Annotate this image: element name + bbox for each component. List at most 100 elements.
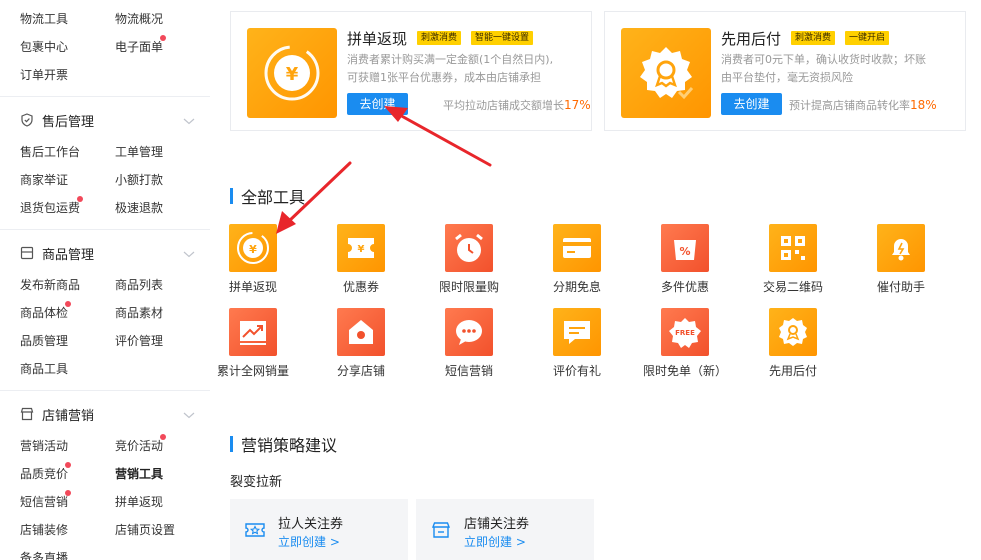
section-title: 售后管理 (42, 114, 95, 130)
sidebar-item-merchant-evidence[interactable]: 商家举证 (20, 171, 68, 188)
sidebar-item-goods-tools[interactable]: 商品工具 (20, 360, 68, 377)
create-now-link[interactable]: 立即创建 > (464, 533, 526, 550)
tool-label: 分享店铺 (336, 364, 385, 378)
sidebar-item-fast-refund[interactable]: 极速退款 (115, 199, 163, 216)
sidebar-item-return-shipping[interactable]: 退货包运费 (20, 199, 80, 216)
suggestion-card-store-follow-coupon[interactable]: 店铺关注券 立即创建 > (416, 499, 594, 560)
trend-chart-icon (229, 308, 277, 356)
sidebar-item-group-cashback[interactable]: 拼单返现 (115, 493, 163, 510)
tag-badge: 刺激消费 (791, 31, 836, 45)
sidebar-item-marketing-events[interactable]: 营销活动 (20, 437, 68, 454)
section-accent-bar (230, 188, 233, 204)
featured-card-pay-later: 先用后付 刺激消费 一键开启 消费者可0元下单，确认收货时收款；坏账 由平台垫付… (604, 11, 966, 131)
tool-trade-qrcode[interactable]: 交易二维码 (750, 224, 830, 304)
yen-coin-icon: ¥ (247, 28, 337, 118)
tool-group-cashback[interactable]: ¥ 拼单返现 (210, 224, 290, 304)
card-stat: 预计提高店铺商品转化率18% (789, 97, 937, 113)
card-description: 消费者可0元下单，确认收货时收款；坏账 由平台垫付，毫无资损风险 (721, 51, 926, 87)
create-now-link[interactable]: 立即创建 > (278, 533, 340, 550)
tool-free-order[interactable]: FREE 限时免单（新） (642, 308, 727, 388)
store-icon (20, 407, 34, 421)
svg-text:¥: ¥ (249, 243, 257, 256)
desc-line: 消费者累计购买满一定金额(1个自然日内), (347, 53, 554, 66)
section-title: 全部工具 (241, 188, 306, 207)
sidebar-item-after-sales-desk[interactable]: 售后工作台 (20, 143, 80, 160)
sidebar-item-package-center[interactable]: 包裹中心 (20, 38, 68, 55)
sidebar-item-quality-bidding[interactable]: 品质竞价 (20, 465, 68, 482)
sidebar-section-after-sales[interactable]: 售后管理 (20, 110, 94, 130)
section-title: 商品管理 (42, 247, 95, 263)
tool-multi-discount[interactable]: % 多件优惠 (642, 224, 722, 304)
alarm-clock-icon (445, 224, 493, 272)
stat-text: 预计提高店铺商品转化率 (789, 99, 910, 112)
desc-line: 消费者可0元下单，确认收货时收款；坏账 (721, 53, 926, 66)
tool-pay-later[interactable]: 先用后付 (750, 308, 830, 388)
sidebar-item-e-waybill[interactable]: 电子面单 (115, 38, 163, 55)
card-title: 店铺关注券 (464, 517, 530, 532)
tag-badge: 一键开启 (845, 31, 890, 45)
sidebar-item-store-decoration[interactable]: 店铺装修 (20, 521, 68, 538)
sidebar-item-quality-mgmt[interactable]: 品质管理 (20, 332, 68, 349)
tool-total-sales[interactable]: 累计全网销量 (210, 308, 290, 388)
section-title: 店铺营销 (42, 408, 95, 424)
create-button-group-cashback[interactable]: 去创建 (347, 93, 408, 115)
store-ticket-icon (431, 522, 451, 538)
new-dot-indicator (65, 462, 71, 468)
sidebar-item-invoice[interactable]: 订单开票 (20, 66, 68, 83)
sidebar-item-small-payment[interactable]: 小额打款 (115, 171, 163, 188)
tool-sms-marketing[interactable]: 短信营销 (426, 308, 506, 388)
sidebar-item-logistics-overview[interactable]: 物流概况 (115, 10, 163, 27)
sidebar-item-bidding-events[interactable]: 竞价活动 (115, 437, 163, 454)
sidebar-section-store-marketing[interactable]: 店铺营销 (20, 404, 94, 424)
share-store-icon (337, 308, 385, 356)
bell-icon (877, 224, 925, 272)
tool-installment[interactable]: 分期免息 (534, 224, 614, 304)
shield-icon (21, 113, 33, 127)
new-dot-indicator (65, 301, 71, 307)
create-button-pay-later[interactable]: 去创建 (721, 93, 782, 115)
credit-card-icon (553, 224, 601, 272)
section-all-tools: 全部工具 (230, 187, 306, 207)
tool-coupon[interactable]: ¥ 优惠券 (318, 224, 398, 304)
featured-card-group-cashback: ¥ 拼单返现 刺激消费 智能一键设置 消费者累计购买满一定金额(1个自然日内),… (230, 11, 592, 131)
tool-label: 限时免单（新） (642, 364, 727, 378)
tool-review-gift[interactable]: 评价有礼 (534, 308, 614, 388)
sidebar-item-ticket-mgmt[interactable]: 工单管理 (115, 143, 163, 160)
tool-label: 交易二维码 (762, 280, 823, 294)
stat-percent: 18% (910, 98, 937, 112)
chevron-down-icon[interactable] (181, 407, 197, 423)
tool-label: 多件优惠 (660, 280, 709, 294)
stat-text: 平均拉动店铺成交额增长 (443, 99, 564, 112)
suggestion-card-follow-coupon[interactable]: 拉人关注券 立即创建 > (230, 499, 408, 560)
sidebar-item-goods-material[interactable]: 商品素材 (115, 304, 163, 321)
qrcode-icon (769, 224, 817, 272)
main-content: ¥ 拼单返现 刺激消费 智能一键设置 消费者累计购买满一定金额(1个自然日内),… (210, 0, 981, 560)
sidebar-item-sms-marketing[interactable]: 短信营销 (20, 493, 68, 510)
sidebar-item-goods-list[interactable]: 商品列表 (115, 276, 163, 293)
svg-text:¥: ¥ (286, 64, 299, 85)
sidebar-item-publish-goods[interactable]: 发布新商品 (20, 276, 80, 293)
svg-text:FREE: FREE (675, 329, 695, 337)
tool-flash-sale[interactable]: 限时限量购 (426, 224, 506, 304)
card-title: 先用后付 (721, 30, 782, 48)
desc-line: 由平台垫付，毫无资损风险 (721, 71, 853, 84)
section-title: 营销策略建议 (241, 436, 338, 455)
sidebar-item-marketing-tools[interactable]: 营销工具 (115, 465, 163, 482)
divider (0, 229, 210, 230)
message-icon (445, 308, 493, 356)
section-accent-bar (230, 436, 233, 452)
card-stat: 平均拉动店铺成交额增长17% (443, 97, 591, 113)
strategy-subtitle: 裂变拉新 (230, 475, 283, 490)
new-dot-indicator (160, 434, 166, 440)
tool-share-store[interactable]: 分享店铺 (318, 308, 398, 388)
chevron-down-icon[interactable] (181, 113, 197, 129)
sidebar-item-logistics-tools[interactable]: 物流工具 (20, 10, 68, 27)
chevron-down-icon[interactable] (181, 246, 197, 262)
tool-payment-reminder[interactable]: 催付助手 (858, 224, 938, 304)
sidebar-item-live-stream[interactable]: 备多直播 (20, 549, 68, 560)
desc-line: 可获赠1张平台优惠券，成本由店铺承担 (347, 71, 541, 84)
sidebar-section-goods[interactable]: 商品管理 (20, 243, 94, 263)
sidebar-item-store-page-settings[interactable]: 店铺页设置 (115, 521, 175, 538)
sidebar-item-review-mgmt[interactable]: 评价管理 (115, 332, 163, 349)
sidebar-item-goods-check[interactable]: 商品体检 (20, 304, 68, 321)
